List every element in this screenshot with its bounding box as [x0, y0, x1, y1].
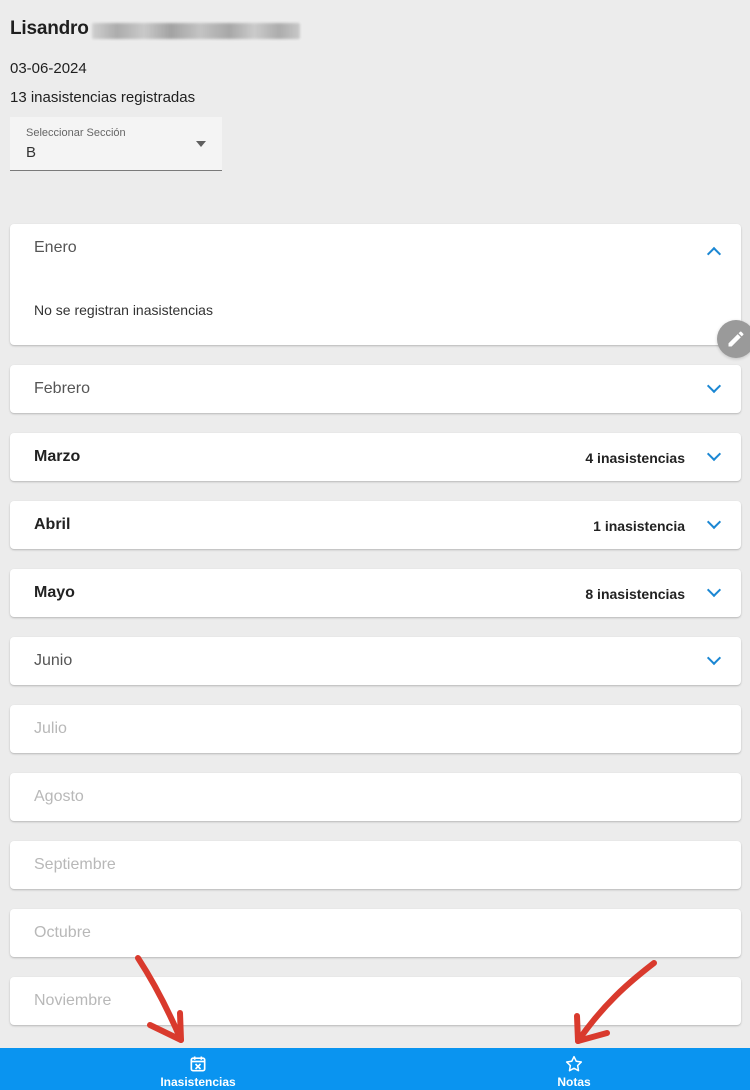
month-name: Julio — [34, 720, 67, 737]
month-card-julio: Julio — [10, 705, 741, 753]
month-card-febrero[interactable]: Febrero — [10, 365, 741, 413]
dropdown-icon — [196, 141, 206, 147]
redacted-surname-blur — [92, 23, 300, 39]
month-content: No se registran inasistencias — [34, 302, 213, 318]
chevron-down-icon — [706, 650, 722, 666]
month-name: Octubre — [34, 924, 91, 941]
month-name: Noviembre — [34, 992, 112, 1009]
nav-label: Notas — [557, 1075, 591, 1089]
bottom-navigation: Inasistencias Notas — [0, 1048, 750, 1090]
month-card-mayo[interactable]: Mayo 8 inasistencias — [10, 569, 741, 617]
edit-floating-button[interactable] — [717, 320, 750, 358]
month-name: Marzo — [34, 448, 81, 465]
absence-count: 4 inasistencias — [585, 450, 685, 466]
section-select[interactable]: Seleccionar Sección B — [10, 117, 222, 171]
month-name: Septiembre — [34, 856, 116, 873]
months-list: Enero No se registran inasistencias Febr… — [10, 224, 741, 1045]
star-icon — [565, 1055, 583, 1072]
month-card-septiembre: Septiembre — [10, 841, 741, 889]
month-card-octubre: Octubre — [10, 909, 741, 957]
chevron-down-icon — [706, 514, 722, 530]
chevron-up-icon — [706, 246, 722, 262]
absence-count: 1 inasistencia — [593, 518, 685, 534]
month-card-abril[interactable]: Abril 1 inasistencia — [10, 501, 741, 549]
nav-label: Inasistencias — [160, 1075, 236, 1089]
section-select-value: B — [26, 144, 37, 161]
nav-item-inasistencias[interactable]: Inasistencias — [128, 1048, 268, 1090]
nav-item-notas[interactable]: Notas — [504, 1048, 644, 1090]
absence-count: 8 inasistencias — [585, 586, 685, 602]
chevron-down-icon — [706, 378, 722, 394]
chevron-down-icon — [706, 582, 722, 598]
section-select-label: Seleccionar Sección — [26, 127, 126, 139]
month-name: Abril — [34, 516, 71, 533]
month-name: Febrero — [34, 380, 91, 397]
month-name: Enero — [34, 239, 77, 256]
month-card-marzo[interactable]: Marzo 4 inasistencias — [10, 433, 741, 481]
absence-summary: 13 inasistencias registradas — [10, 89, 196, 106]
student-name: Lisandro — [10, 18, 89, 39]
month-name: Mayo — [34, 584, 75, 601]
month-name: Agosto — [34, 788, 84, 805]
month-card-noviembre: Noviembre — [10, 977, 741, 1025]
month-card-enero[interactable]: Enero No se registran inasistencias — [10, 224, 741, 345]
current-date: 03-06-2024 — [10, 60, 87, 77]
pencil-icon — [728, 331, 744, 347]
month-card-agosto: Agosto — [10, 773, 741, 821]
chevron-down-icon — [706, 446, 722, 462]
month-name: Junio — [34, 652, 73, 669]
student-name-row: Lisandro — [10, 16, 330, 46]
month-card-junio[interactable]: Junio — [10, 637, 741, 685]
calendar-x-icon — [190, 1056, 206, 1072]
